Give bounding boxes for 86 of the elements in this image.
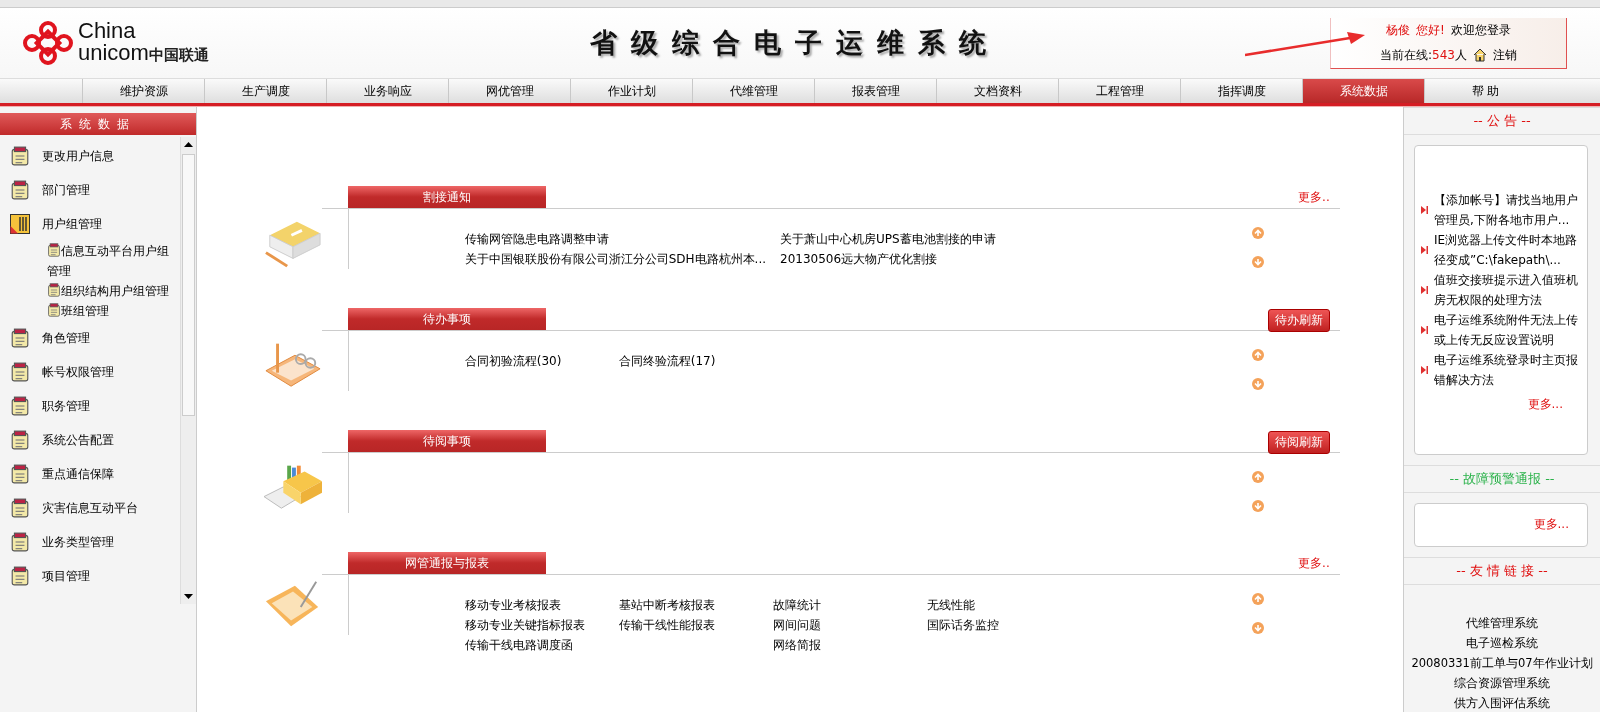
sidebar-title: 系统数据 (0, 113, 196, 135)
section-header: 网管通报与报表 (347, 552, 546, 574)
sidebar-item[interactable]: 帐号权限管理 (42, 363, 114, 381)
item-link[interactable]: 关于萧山中心机房UPS蓄电池割接的申请 (780, 229, 996, 249)
folder-icon (10, 396, 30, 416)
folder-icon (10, 532, 30, 552)
item-link[interactable]: 故障统计 (772, 595, 913, 615)
friend-link[interactable]: 电子巡检系统 (1466, 633, 1538, 653)
sidebar-subitem[interactable]: 班组管理 (47, 301, 171, 321)
item-link[interactable]: 合同初验流程(30) (464, 351, 605, 371)
item-link[interactable]: 传输干线电路调度函 (464, 635, 605, 655)
logo-text: China (78, 20, 137, 42)
friend-link[interactable]: 供方入围评估系统 (1454, 693, 1550, 712)
item-link[interactable]: 传输干线性能报表 (618, 615, 759, 635)
logo-icon (22, 20, 74, 66)
bullet-icon (1421, 286, 1428, 294)
more-link[interactable]: 更多.. (1298, 554, 1330, 572)
section-header: 待办事项 (347, 308, 546, 330)
item-link[interactable]: 移动专业关键指标报表 (464, 615, 605, 635)
panel-title: -- 公 告 -- (1404, 107, 1600, 135)
item-link[interactable]: 移动专业考核报表 (464, 595, 605, 615)
folder-icon (10, 464, 30, 484)
refresh-button[interactable]: 待办刷新 (1267, 308, 1330, 332)
friend-link[interactable]: 综合资源管理系统 (1454, 673, 1550, 693)
notice-link[interactable]: 值班交接班提示进入值班机房无权限的处理方法 (1434, 270, 1581, 310)
section-header: 待阅事项 (347, 430, 546, 452)
item-link[interactable]: 网络简报 (772, 635, 913, 655)
sidebar-subitem[interactable]: 信息互动平台用户组管理 (47, 241, 171, 281)
more-link[interactable]: 更多... (1533, 516, 1569, 534)
folder-icon (10, 498, 30, 518)
sidebar-item[interactable]: 用户组管理 (42, 215, 102, 233)
sidebar-item[interactable]: 系统公告配置 (42, 431, 114, 449)
logo-text: unicom (78, 42, 149, 64)
bullet-icon (1421, 366, 1428, 374)
online-label: 当前在线:543人 (1380, 46, 1467, 64)
more-link[interactable]: 更多.. (1298, 188, 1330, 206)
item-link[interactable]: 基站中断考核报表 (618, 595, 759, 615)
item-link[interactable]: 合同终验流程(17) (618, 351, 759, 371)
folder-icon (10, 214, 30, 234)
welcome-text: 欢迎您登录 (1450, 21, 1511, 39)
home-icon (1472, 48, 1487, 62)
more-link[interactable]: 更多... (1421, 396, 1563, 413)
sidebar-item[interactable]: 职务管理 (42, 397, 90, 415)
bullet-icon (1421, 206, 1428, 214)
panel-title: -- 故障预警通报 -- (1404, 464, 1600, 493)
item-link[interactable]: 传输网管隐患电路调整申请 (464, 229, 767, 249)
folder-icon (47, 303, 61, 317)
system-title: 省级综合电子运维系统 (590, 26, 1000, 60)
folder-icon (10, 362, 30, 382)
folder-icon (10, 146, 30, 166)
friend-link[interactable]: 代维管理系统 (1466, 613, 1538, 633)
item-link[interactable]: 关于中国银联股份有限公司浙江分公司SDH电路杭州本... (464, 249, 767, 269)
notice-link[interactable]: 电子运维系统登录时主页报错解决方法 (1434, 350, 1581, 390)
folder-icon (47, 283, 61, 297)
folder-icon (10, 430, 30, 450)
logo-text: 中国联通 (148, 46, 209, 65)
sidebar-item[interactable]: 部门管理 (42, 181, 90, 199)
scrollbar[interactable] (179, 137, 196, 604)
item-link[interactable]: 网间问题 (772, 615, 913, 635)
sidebar-item[interactable]: 重点通信保障 (42, 465, 114, 483)
folder-icon (10, 180, 30, 200)
notice-link[interactable]: IE浏览器上传文件时本地路径变成”C:\fakepath\... (1434, 230, 1581, 270)
bullet-icon (1421, 326, 1428, 334)
logout-link[interactable]: 注销 (1492, 46, 1517, 64)
sidebar-item[interactable]: 角色管理 (42, 329, 90, 347)
notice-link[interactable]: 电子运维系统附件无法上传或上传无反应设置说明 (1434, 310, 1581, 350)
sidebar-item[interactable]: 更改用户信息 (42, 147, 114, 165)
user-name: 杨俊 (1386, 21, 1411, 39)
item-link[interactable]: 无线性能 (926, 595, 1067, 615)
folder-icon (47, 243, 61, 257)
item-link[interactable]: 20130506远大物产优化割接 (780, 249, 996, 269)
bullet-icon (1421, 246, 1428, 254)
nav-tab[interactable]: 系统数据 (1302, 79, 1424, 103)
sidebar-subitem[interactable]: 组织结构用户组管理 (47, 281, 171, 301)
sidebar-item[interactable]: 业务类型管理 (42, 533, 114, 551)
sidebar-item[interactable]: 灾害信息互动平台 (42, 499, 138, 517)
section-header: 割接通知 (347, 186, 546, 208)
sidebar-item[interactable]: 项目管理 (42, 567, 90, 585)
folder-icon (10, 566, 30, 586)
panel-title: -- 友 情 链 接 -- (1404, 557, 1600, 585)
friend-link[interactable]: 20080331前工单与07年作业计划 (1411, 653, 1593, 673)
folder-icon (10, 328, 30, 348)
notice-link[interactable]: 【添加帐号】请找当地用户管理员,下附各地市用户... (1434, 190, 1581, 230)
item-link[interactable]: 国际话务监控 (926, 615, 1067, 635)
greeting-text: 您好! (1416, 21, 1445, 39)
refresh-button[interactable]: 待阅刷新 (1267, 430, 1330, 454)
